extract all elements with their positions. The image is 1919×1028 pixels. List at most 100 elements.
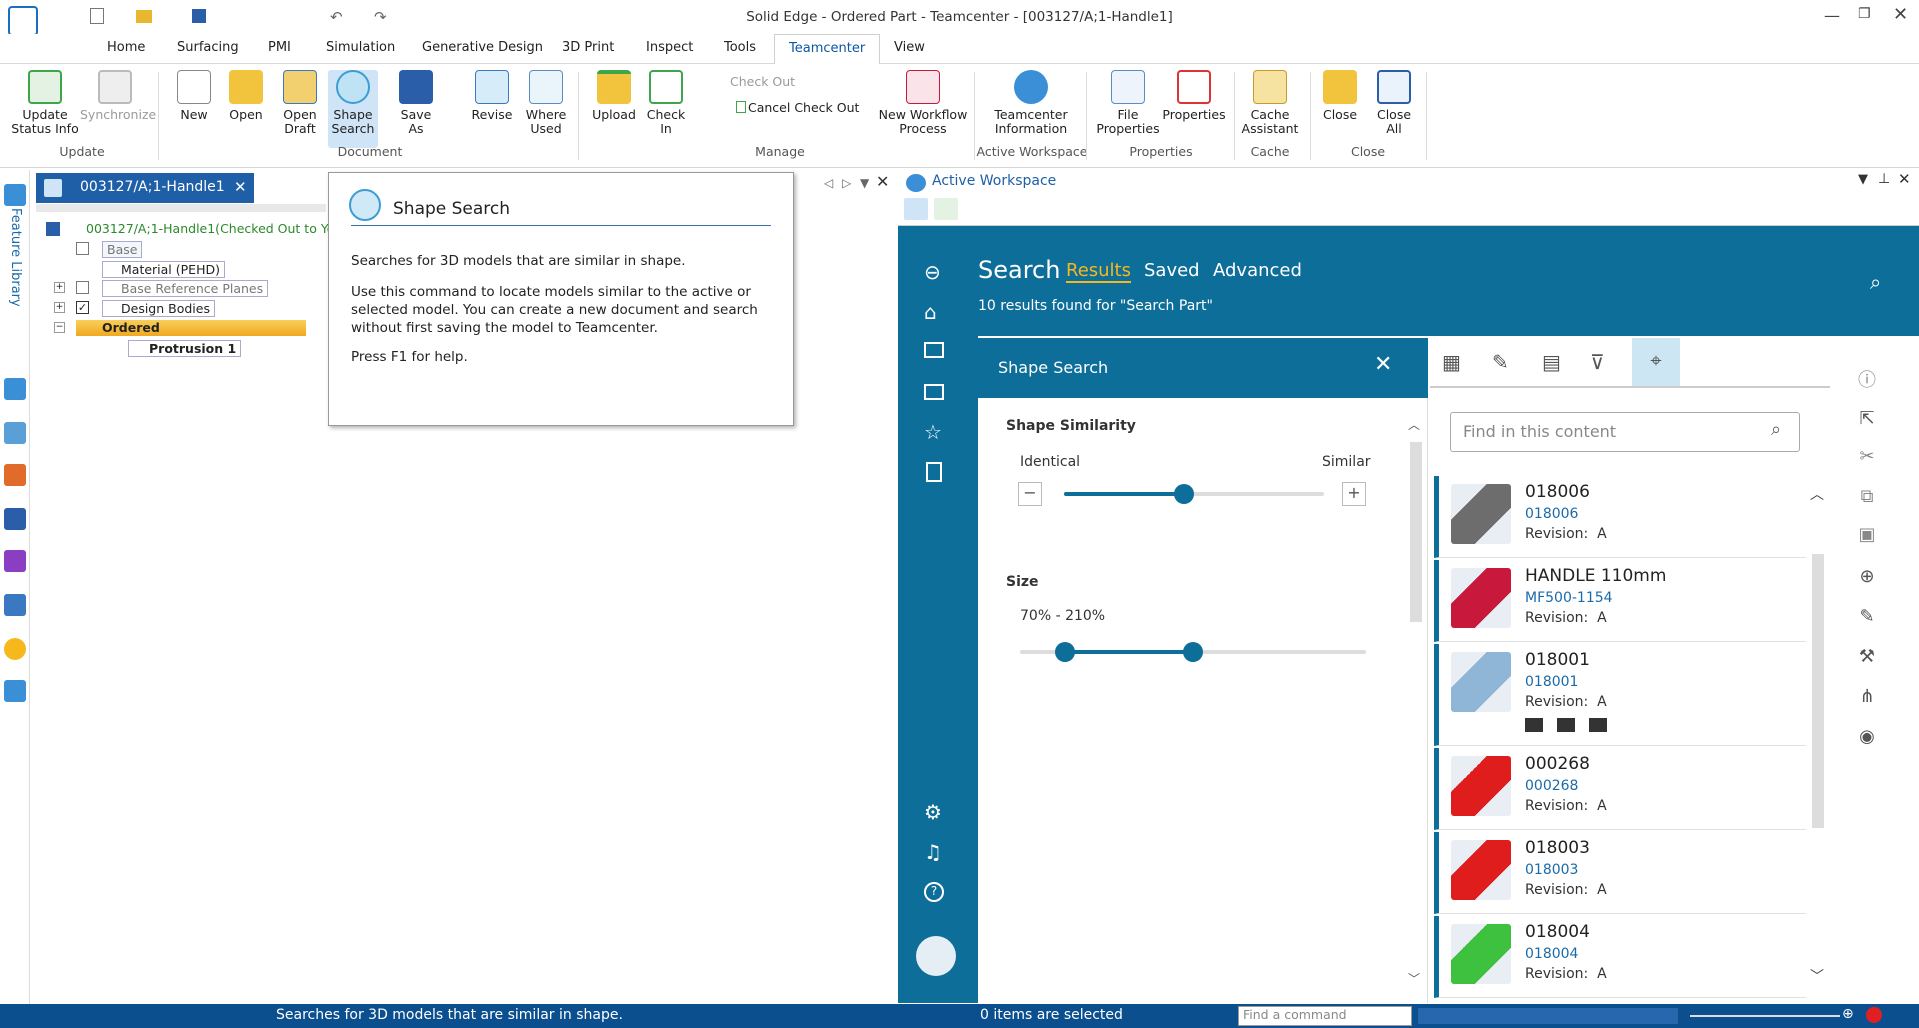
add-icon[interactable]: ⊕	[1856, 566, 1878, 588]
inbox-icon[interactable]	[924, 384, 944, 400]
size-slider-high-knob[interactable]	[1183, 642, 1203, 662]
tree-material[interactable]: Material (PEHD)	[102, 261, 225, 278]
settings-strip-icon[interactable]	[4, 680, 26, 702]
pane-menu-icon[interactable]: ▼	[1858, 172, 1868, 187]
tab-view[interactable]: View	[888, 40, 931, 55]
open-button[interactable]: Open	[226, 70, 266, 122]
info-icon[interactable]: ⓘ	[1856, 366, 1878, 391]
sensors-icon[interactable]	[4, 594, 26, 616]
similarity-decrease-button[interactable]: −	[1018, 482, 1042, 506]
tab-simulation[interactable]: Simulation	[320, 40, 401, 55]
home-icon[interactable]: ⌂	[924, 300, 937, 324]
share-icon[interactable]: ⋔	[1856, 686, 1878, 708]
folder-icon[interactable]	[924, 342, 944, 358]
close-all-button[interactable]: Close All	[1370, 70, 1418, 136]
revise-button[interactable]: Revise	[470, 70, 514, 122]
tab-home[interactable]: Home	[101, 40, 151, 55]
copy-icon[interactable]: ⧉	[1856, 486, 1878, 508]
restore-icon[interactable]: ❐	[1858, 6, 1871, 22]
expand-ref-planes-icon[interactable]: +	[54, 282, 65, 293]
edit-icon[interactable]: ✎	[1492, 350, 1509, 374]
feature-library-icon[interactable]	[4, 184, 26, 206]
open-in-icon[interactable]: ⇱	[1856, 408, 1878, 430]
zoom-slider[interactable]	[1690, 1015, 1840, 1017]
views-icon[interactable]	[4, 508, 26, 530]
zoom-in-icon[interactable]: ⊕	[1842, 1006, 1854, 1022]
table-view-icon[interactable]: ▦	[1442, 350, 1461, 374]
teamcenter-information-button[interactable]: Teamcenter Information	[986, 70, 1076, 136]
similarity-increase-button[interactable]: +	[1342, 482, 1366, 506]
result-item[interactable]: 018003 018003 Revision: A	[1434, 832, 1806, 914]
reports-icon[interactable]	[926, 462, 942, 482]
result-item[interactable]: 018004 018004 Revision: A	[1434, 916, 1806, 998]
tab-left-arrow-icon[interactable]: ◁	[824, 176, 833, 190]
close-button[interactable]: Close	[1318, 70, 1362, 122]
check-in-button[interactable]: Check In	[644, 70, 688, 136]
similarity-slider-knob[interactable]	[1173, 484, 1194, 504]
shape-search-button[interactable]: Shape Search	[328, 70, 378, 148]
tab-inspect[interactable]: Inspect	[640, 40, 699, 55]
panel-scrollbar[interactable]	[1410, 442, 1422, 622]
tree-design-bodies[interactable]: Design Bodies	[102, 300, 215, 317]
tab-pmi[interactable]: PMI	[262, 40, 297, 55]
shape-search-tool-icon[interactable]: ⌖	[1632, 338, 1680, 386]
result-item[interactable]: 018006 018006 Revision: A	[1434, 476, 1806, 558]
close-pane-icon[interactable]: ✕	[1898, 170, 1911, 188]
new-workflow-process-button[interactable]: New Workflow Process	[878, 70, 968, 136]
rendering-icon[interactable]	[4, 550, 26, 572]
tree-root[interactable]: 003127/A;1-Handle1(Checked Out to You)	[86, 221, 347, 236]
layers-icon[interactable]	[4, 422, 26, 444]
close-document-icon[interactable]: ✕	[876, 172, 889, 191]
tree-ref-planes[interactable]: Base Reference Planes	[102, 280, 269, 297]
document-tab[interactable]: 003127/A;1-Handle1 ✕	[36, 173, 254, 203]
close-tab-icon[interactable]: ✕	[234, 178, 247, 196]
check-out-button[interactable]: Check Out	[730, 74, 795, 89]
open-draft-button[interactable]: Open Draft	[280, 70, 320, 136]
tab-saved[interactable]: Saved	[1144, 260, 1200, 281]
filter-icon[interactable]: ⊽	[1590, 350, 1605, 374]
tools-icon[interactable]: ⚒	[1856, 646, 1878, 668]
collapse-ordered-icon[interactable]: −	[54, 322, 65, 333]
pathfinder-resize-handle[interactable]	[36, 204, 326, 212]
minimize-icon[interactable]: —	[1824, 6, 1840, 25]
close-shape-search-icon[interactable]: ✕	[1374, 352, 1392, 377]
results-scrollbar[interactable]	[1812, 554, 1824, 828]
size-slider-low-knob[interactable]	[1054, 642, 1075, 662]
tab-results[interactable]: Results	[1066, 260, 1131, 283]
ref-planes-checkbox[interactable]	[76, 281, 89, 294]
cut-icon[interactable]: ✂	[1856, 446, 1878, 468]
new-button[interactable]: New	[174, 70, 214, 122]
watch-icon[interactable]: ◉	[1856, 726, 1878, 748]
find-command-field[interactable]: Find a command	[1238, 1006, 1412, 1026]
back-icon[interactable]: ⊖	[924, 260, 941, 284]
design-bodies-checkbox[interactable]: ✓	[76, 301, 89, 314]
tab-surfacing[interactable]: Surfacing	[171, 40, 245, 55]
pin-icon[interactable]: ⊥	[1878, 171, 1890, 187]
upload-button[interactable]: Upload	[590, 70, 638, 122]
result-item[interactable]: 018001 018001 Revision: A	[1434, 644, 1806, 746]
compare-icon[interactable]: ▤	[1542, 350, 1561, 374]
tab-3d-print[interactable]: 3D Print	[556, 40, 620, 55]
tree-ordered[interactable]: Ordered	[76, 320, 306, 336]
tab-dropdown-icon[interactable]: ▼	[860, 176, 869, 190]
tree-protrusion[interactable]: Protrusion 1	[128, 340, 242, 357]
record-icon[interactable]	[1866, 1007, 1882, 1023]
aw-toolbar-download-icon[interactable]	[934, 198, 958, 220]
find-search-icon[interactable]: ⌕	[1771, 419, 1781, 440]
expand-design-bodies-icon[interactable]: +	[54, 302, 65, 313]
synchronize-button[interactable]: Synchronize	[80, 70, 156, 122]
panel-scroll-up-icon[interactable]: ︿	[1408, 416, 1420, 433]
favorites-icon[interactable]: ☆	[924, 420, 942, 444]
where-used-button[interactable]: Where Used	[524, 70, 568, 136]
feature-library-label[interactable]: Feature Library	[8, 208, 23, 307]
user-avatar[interactable]	[916, 936, 956, 976]
tree-base[interactable]: Base	[102, 241, 143, 258]
results-scroll-down-icon[interactable]: ﹀	[1810, 966, 1824, 986]
results-scroll-up-icon[interactable]: ︿	[1810, 484, 1824, 504]
tab-tools[interactable]: Tools	[718, 40, 762, 55]
global-search-icon[interactable]: ⌕	[1870, 270, 1881, 294]
panel-scroll-down-icon[interactable]: ﹀	[1408, 970, 1420, 987]
base-checkbox[interactable]	[76, 242, 89, 255]
update-status-info-button[interactable]: Update Status Info	[10, 70, 80, 136]
cache-assistant-button[interactable]: Cache Assistant	[1238, 70, 1302, 136]
